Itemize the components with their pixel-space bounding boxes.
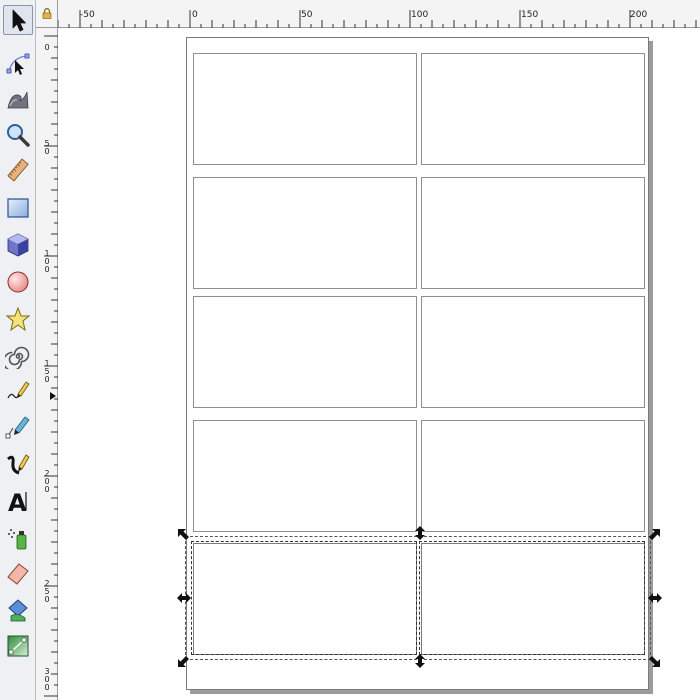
tweak-tool[interactable] xyxy=(3,84,33,114)
label-rectangle[interactable] xyxy=(193,296,417,408)
scale-handle-bottom-right[interactable] xyxy=(647,654,661,668)
ruler-measure-icon xyxy=(7,158,29,182)
spiral-tool[interactable] xyxy=(3,341,33,371)
hruler-label: 0 xyxy=(192,10,198,20)
spray-tool[interactable] xyxy=(3,523,33,553)
label-rectangle[interactable] xyxy=(421,296,645,408)
label-rectangle[interactable] xyxy=(421,53,645,165)
rectangle-icon xyxy=(7,198,29,218)
label-rectangle[interactable] xyxy=(193,177,417,289)
vruler-label: 300 xyxy=(44,667,50,692)
label-rectangle-selected[interactable] xyxy=(193,543,417,655)
label-rectangle[interactable] xyxy=(193,420,417,532)
scale-handle-top-left[interactable] xyxy=(177,528,191,542)
label-rectangle[interactable] xyxy=(193,53,417,165)
scale-handle-bottom[interactable] xyxy=(413,654,427,668)
text-a-icon: A xyxy=(8,489,27,514)
calligraphy-icon xyxy=(7,454,30,475)
lock-icon xyxy=(42,8,51,19)
gradient-tool[interactable] xyxy=(3,631,33,661)
horizontal-ruler-ticks xyxy=(57,10,697,28)
ruler-corner[interactable] xyxy=(36,0,58,28)
node-tool[interactable] xyxy=(3,49,33,79)
magnifier-icon xyxy=(7,124,30,147)
pencil-tool[interactable] xyxy=(3,376,33,406)
star-tool[interactable] xyxy=(3,304,33,334)
horizontal-arrow-icon xyxy=(177,593,191,603)
wave-tweak-icon xyxy=(7,91,29,109)
svg-text:A: A xyxy=(8,489,27,514)
corner-arrow-icon xyxy=(178,529,189,540)
ellipse-tool[interactable] xyxy=(3,267,33,297)
pencil-icon xyxy=(7,381,30,399)
label-rectangle[interactable] xyxy=(421,420,645,532)
paint-bucket-tool[interactable] xyxy=(3,594,33,624)
vruler-label: 200 xyxy=(44,469,50,494)
spray-can-icon xyxy=(8,529,27,550)
box3d-tool[interactable] xyxy=(3,230,33,260)
vruler-label: 150 xyxy=(44,359,50,384)
vertical-ruler[interactable]: 0 50 100 150 200 250 300 xyxy=(36,28,58,700)
toolbox: A xyxy=(0,0,36,700)
horizontal-arrow-icon xyxy=(648,593,662,603)
vruler-label: 0 xyxy=(44,43,50,52)
vertical-arrow-icon xyxy=(415,654,425,668)
scale-handle-left[interactable] xyxy=(177,591,191,605)
scale-handle-bottom-left[interactable] xyxy=(177,654,191,668)
hruler-label: 50 xyxy=(301,10,313,20)
corner-arrow-icon xyxy=(649,656,660,667)
scale-handle-top[interactable] xyxy=(413,526,427,540)
pen-bezier-icon xyxy=(5,416,30,439)
vruler-label: 250 xyxy=(44,579,50,604)
text-tool[interactable]: A xyxy=(3,486,33,516)
arrow-selector-icon xyxy=(12,9,26,32)
scale-handle-top-right[interactable] xyxy=(647,528,661,542)
calligraphy-tool[interactable] xyxy=(3,449,33,479)
cube-3d-icon xyxy=(7,233,29,257)
vruler-label: 100 xyxy=(44,249,50,274)
eraser-tool[interactable] xyxy=(3,558,33,588)
rectangle-tool[interactable] xyxy=(3,193,33,223)
eraser-icon xyxy=(7,563,29,585)
scale-handle-right[interactable] xyxy=(648,591,662,605)
pen-tool[interactable] xyxy=(3,412,33,442)
corner-arrow-icon xyxy=(649,529,660,540)
horizontal-ruler[interactable]: -50 0 50 100 150 200 xyxy=(36,0,700,28)
star-icon xyxy=(5,306,31,332)
hruler-label: -50 xyxy=(80,10,95,20)
vruler-label: 50 xyxy=(44,139,50,156)
drawing-canvas[interactable] xyxy=(59,29,700,700)
measure-tool[interactable] xyxy=(3,155,33,185)
spiral-icon xyxy=(5,346,30,369)
hruler-label: 150 xyxy=(521,10,539,20)
vertical-arrow-icon xyxy=(415,526,425,540)
circle-icon xyxy=(7,271,29,293)
document-page xyxy=(186,37,649,690)
zoom-tool[interactable] xyxy=(3,120,33,150)
corner-arrow-icon xyxy=(178,656,189,667)
selector-tool[interactable] xyxy=(3,5,33,35)
hruler-label: 200 xyxy=(630,10,648,20)
paint-bucket-icon xyxy=(8,599,28,622)
label-rectangle-selected[interactable] xyxy=(421,543,645,655)
hruler-label: 100 xyxy=(411,10,429,20)
label-rectangle[interactable] xyxy=(421,177,645,289)
gradient-icon xyxy=(7,635,29,657)
node-editor-icon xyxy=(6,53,30,75)
